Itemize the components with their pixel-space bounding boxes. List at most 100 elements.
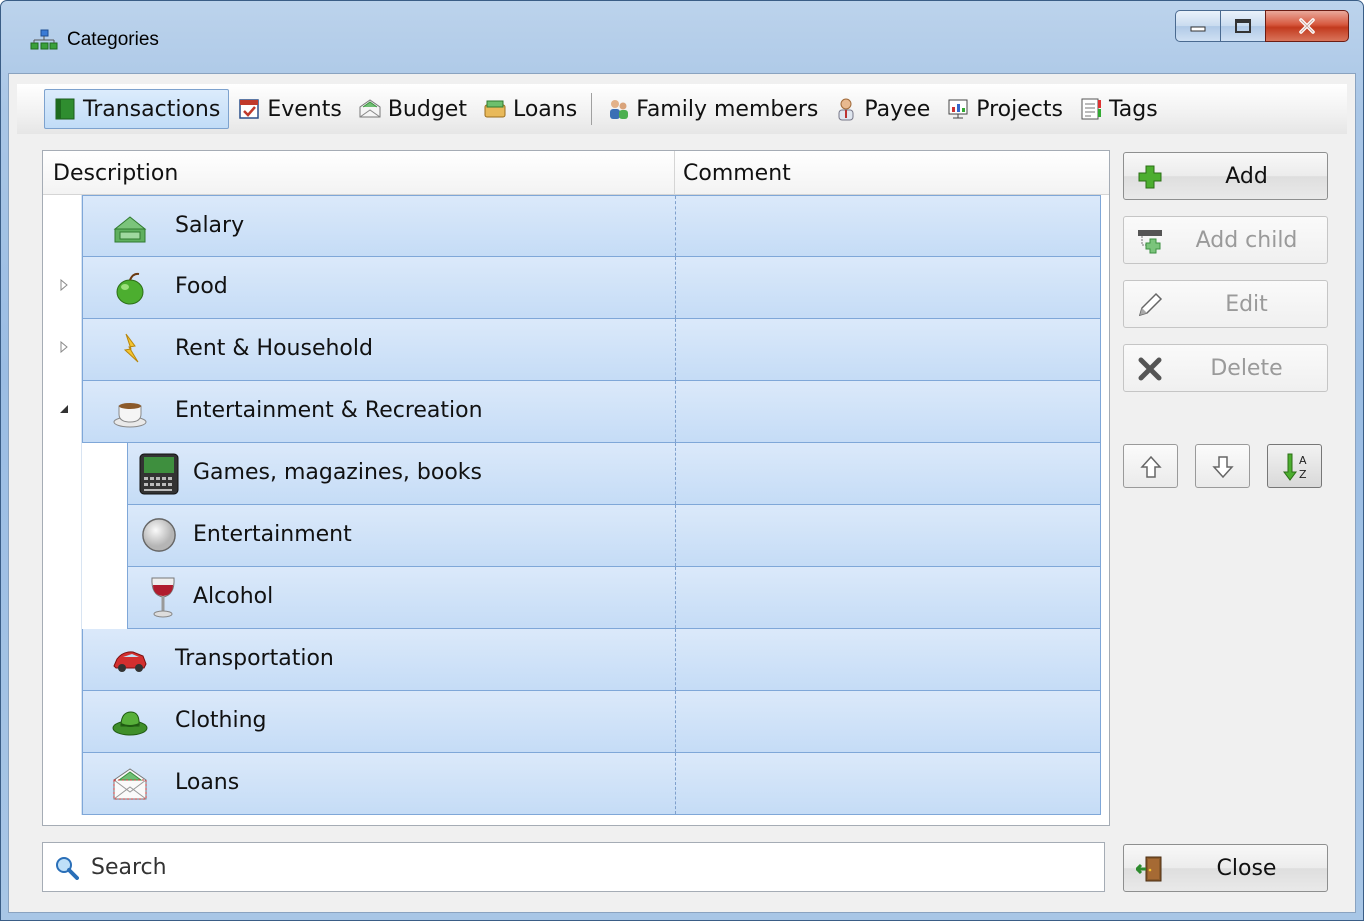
hat-icon bbox=[112, 711, 148, 736]
row-label: Entertainment & Recreation bbox=[175, 398, 483, 423]
row-label: Rent & Household bbox=[175, 336, 373, 361]
add-button-label: Add bbox=[1225, 164, 1268, 189]
row-label: Games, magazines, books bbox=[193, 460, 482, 485]
row-label: Clothing bbox=[175, 708, 267, 733]
apple-icon bbox=[116, 272, 144, 305]
lightning-icon bbox=[123, 333, 139, 363]
column-header-comment[interactable]: Comment bbox=[683, 161, 791, 186]
tree-header: Description Comment bbox=[43, 151, 1109, 195]
close-window-button[interactable] bbox=[1265, 10, 1349, 42]
tree-row-rent-household[interactable]: Rent & Household bbox=[82, 319, 1101, 381]
delete-button-label: Delete bbox=[1210, 356, 1283, 381]
row-label: Transportation bbox=[175, 646, 334, 671]
tab-label: Payee bbox=[864, 96, 931, 122]
money-stack-icon bbox=[113, 216, 147, 243]
row-comment-cell bbox=[675, 629, 676, 690]
arrow-up-icon bbox=[1140, 455, 1162, 478]
tree-row-entertainment[interactable]: Entertainment bbox=[127, 505, 1101, 567]
calendar-icon bbox=[239, 99, 260, 119]
expanded-arrow-icon[interactable] bbox=[57, 402, 71, 416]
gray-circle-icon bbox=[142, 518, 176, 552]
tree-row-food[interactable]: Food bbox=[82, 257, 1101, 319]
tree-row-transportation[interactable]: Transportation bbox=[82, 629, 1101, 691]
window-title: Categories bbox=[67, 29, 159, 50]
tab-events[interactable]: Events bbox=[229, 89, 350, 129]
tab-label: Budget bbox=[387, 96, 467, 122]
row-label: Alcohol bbox=[193, 584, 274, 609]
car-icon bbox=[113, 651, 147, 672]
wine-glass-icon bbox=[151, 577, 175, 618]
row-comment-cell bbox=[675, 753, 676, 814]
tree-row-games-magazines-books[interactable]: Games, magazines, books bbox=[127, 443, 1101, 505]
tree-row-entertainment-recreation[interactable]: Entertainment & Recreation bbox=[82, 381, 1101, 443]
tab-tags[interactable]: Tags bbox=[1071, 89, 1166, 129]
edit-button[interactable]: Edit bbox=[1123, 280, 1328, 328]
close-icon bbox=[1299, 18, 1315, 34]
envelope-money-icon bbox=[113, 768, 147, 800]
categories-window: Categories Transactions Events Budget Lo… bbox=[0, 0, 1364, 921]
dialog-body: Transactions Events Budget Loans Family … bbox=[8, 73, 1356, 913]
categories-tree[interactable]: Description Comment Salary Food Rent & H… bbox=[42, 150, 1110, 826]
handheld-device-icon bbox=[139, 453, 179, 495]
tab-label: Tags bbox=[1108, 96, 1158, 122]
tab-budget[interactable]: Budget bbox=[350, 89, 475, 129]
add-child-button[interactable]: Add child bbox=[1123, 216, 1328, 264]
sort-alphabetical-button[interactable]: AZ bbox=[1267, 444, 1322, 488]
add-button[interactable]: Add bbox=[1123, 152, 1328, 200]
exit-door-icon bbox=[1136, 856, 1162, 882]
move-down-button[interactable] bbox=[1195, 444, 1250, 488]
tab-separator bbox=[591, 93, 593, 125]
search-placeholder: Search bbox=[91, 855, 167, 880]
tab-projects[interactable]: Projects bbox=[938, 89, 1071, 129]
row-label: Salary bbox=[175, 213, 245, 238]
close-button[interactable]: Close bbox=[1123, 844, 1328, 892]
search-icon bbox=[56, 857, 79, 880]
money-icon bbox=[484, 100, 506, 118]
add-child-icon bbox=[1138, 230, 1162, 254]
tag-list-icon bbox=[1081, 98, 1101, 120]
row-comment-cell bbox=[675, 505, 676, 566]
person-icon bbox=[838, 98, 854, 121]
pencil-icon bbox=[1138, 292, 1163, 317]
row-comment-cell bbox=[675, 567, 676, 628]
tree-row-salary[interactable]: Salary bbox=[82, 195, 1101, 257]
delete-x-icon bbox=[1138, 357, 1162, 381]
category-type-tabs: Transactions Events Budget Loans Family … bbox=[17, 84, 1347, 134]
row-comment-cell bbox=[675, 443, 676, 504]
tab-family-members[interactable]: Family members bbox=[598, 89, 826, 129]
tab-label: Loans bbox=[512, 96, 578, 122]
tree-row-loans[interactable]: Loans bbox=[82, 753, 1101, 815]
chart-icon bbox=[948, 99, 968, 119]
row-comment-cell bbox=[675, 691, 676, 752]
delete-button[interactable]: Delete bbox=[1123, 344, 1328, 392]
tree-row-alcohol[interactable]: Alcohol bbox=[127, 567, 1101, 629]
tree-row-clothing[interactable]: Clothing bbox=[82, 691, 1101, 753]
row-comment-cell bbox=[675, 381, 676, 442]
close-button-label: Close bbox=[1216, 856, 1277, 881]
tab-label: Events bbox=[267, 96, 342, 122]
move-up-button[interactable] bbox=[1123, 444, 1178, 488]
add-child-button-label: Add child bbox=[1195, 228, 1298, 253]
svg-text:A: A bbox=[1299, 454, 1307, 467]
tab-loans[interactable]: Loans bbox=[475, 89, 585, 129]
svg-text:Z: Z bbox=[1299, 468, 1307, 481]
row-label: Loans bbox=[175, 770, 240, 795]
minimize-button[interactable] bbox=[1175, 10, 1220, 42]
column-divider[interactable] bbox=[674, 151, 675, 195]
row-comment-cell bbox=[675, 319, 676, 380]
minimize-icon bbox=[1190, 26, 1206, 32]
collapsed-arrow-icon[interactable] bbox=[57, 278, 71, 292]
tab-transactions[interactable]: Transactions bbox=[44, 89, 230, 129]
categories-tree-icon bbox=[30, 29, 58, 50]
plus-icon bbox=[1138, 165, 1162, 189]
sort-az-icon: AZ bbox=[1283, 453, 1307, 481]
edit-button-label: Edit bbox=[1225, 292, 1268, 317]
maximize-button[interactable] bbox=[1220, 10, 1265, 42]
people-icon bbox=[610, 100, 629, 119]
column-header-description[interactable]: Description bbox=[53, 161, 178, 186]
tab-label: Transactions bbox=[83, 96, 221, 122]
search-field[interactable]: Search bbox=[42, 842, 1105, 892]
tab-payee[interactable]: Payee bbox=[826, 89, 938, 129]
title-bar[interactable]: Categories bbox=[1, 1, 1363, 71]
collapsed-arrow-icon[interactable] bbox=[57, 340, 71, 354]
